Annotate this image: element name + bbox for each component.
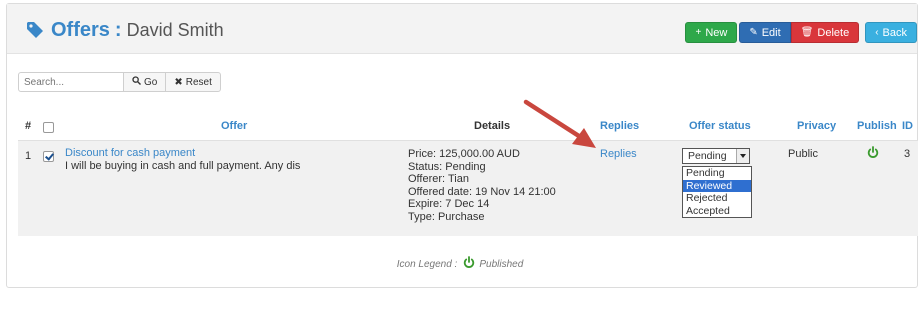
row-id: 3	[904, 148, 911, 160]
column-replies[interactable]: Replies	[600, 120, 639, 132]
replies-link[interactable]: Replies	[600, 148, 637, 160]
edit-icon: ✎	[749, 27, 758, 38]
title-subtitle: David Smith	[126, 19, 224, 40]
offer-details: Price: 125,000.00 AUD Status: Pending Of…	[408, 148, 556, 223]
tag-icon	[25, 20, 45, 40]
offer-status-dropdown: Pending Reviewed Rejected Accepted	[682, 166, 752, 218]
delete-button-label: Delete	[817, 26, 850, 39]
search-bar: Go ✖ Reset	[18, 72, 221, 92]
power-icon	[463, 256, 475, 272]
legend-label: Icon Legend :	[396, 258, 458, 270]
chevron-left-icon: ‹	[875, 27, 879, 38]
trash-icon: 🗑	[800, 27, 814, 38]
toolbar: + New ✎ Edit 🗑 Delete ‹ Back	[685, 22, 917, 43]
title-separator: :	[114, 18, 122, 41]
status-option-highlighted[interactable]: Reviewed	[683, 179, 751, 192]
search-icon	[132, 76, 141, 88]
column-offer-status[interactable]: Offer status	[689, 120, 751, 132]
go-button[interactable]: Go	[123, 72, 167, 92]
detail-offerer: Offerer: Tian	[408, 173, 469, 185]
chevron-down-icon	[736, 149, 749, 163]
column-privacy[interactable]: Privacy	[797, 120, 836, 132]
title-main: Offers	[51, 18, 110, 41]
column-offer[interactable]: Offer	[221, 120, 247, 132]
offer-title-link[interactable]: Discount for cash payment	[65, 147, 195, 159]
page-header: Offers : David Smith + New ✎ Edit 🗑 Dele…	[7, 4, 917, 54]
x-icon: ✖	[174, 76, 183, 88]
reset-button-label: Reset	[185, 76, 212, 88]
reset-button[interactable]: ✖ Reset	[165, 72, 221, 92]
icon-legend: Icon Legend : Published	[0, 256, 920, 272]
column-number: #	[25, 120, 32, 132]
detail-expire: Expire: 7 Dec 14	[408, 198, 490, 210]
plus-icon: +	[695, 27, 702, 38]
row-number: 1	[25, 150, 32, 162]
new-button[interactable]: + New	[685, 22, 738, 43]
new-button-label: New	[705, 26, 728, 39]
back-button-label: Back	[882, 26, 907, 39]
back-button[interactable]: ‹ Back	[865, 22, 917, 43]
offer-description: I will be buying in cash and full paymen…	[65, 160, 301, 172]
page-title: Offers : David Smith	[25, 18, 224, 42]
annotation-arrow-icon	[523, 99, 596, 148]
status-option[interactable]: Rejected	[683, 192, 751, 205]
select-all-checkbox[interactable]	[43, 122, 54, 133]
go-button-label: Go	[144, 76, 158, 88]
row-checkbox[interactable]	[43, 151, 54, 162]
edit-button[interactable]: ✎ Edit	[739, 22, 791, 43]
column-publish[interactable]: Publish	[857, 120, 897, 132]
power-icon[interactable]	[867, 146, 879, 162]
detail-type: Type: Purchase	[408, 210, 485, 223]
edit-button-label: Edit	[761, 26, 781, 39]
delete-button[interactable]: 🗑 Delete	[790, 22, 860, 43]
detail-status: Status: Pending	[408, 160, 486, 173]
legend-published: Published	[479, 258, 524, 270]
table-header: # Offer Details Replies Offer status Pri…	[18, 117, 918, 137]
column-details: Details	[474, 120, 511, 132]
status-option[interactable]: Accepted	[683, 205, 751, 218]
column-id[interactable]: ID	[902, 120, 913, 132]
privacy-value: Public	[788, 148, 818, 160]
status-option[interactable]: Pending	[683, 167, 751, 180]
offer-status-select[interactable]: Pending	[682, 148, 750, 164]
detail-offered-date: Offered date: 19 Nov 14 21:00	[408, 185, 556, 198]
search-input[interactable]	[18, 72, 124, 92]
offer-status-value: Pending	[688, 150, 727, 162]
